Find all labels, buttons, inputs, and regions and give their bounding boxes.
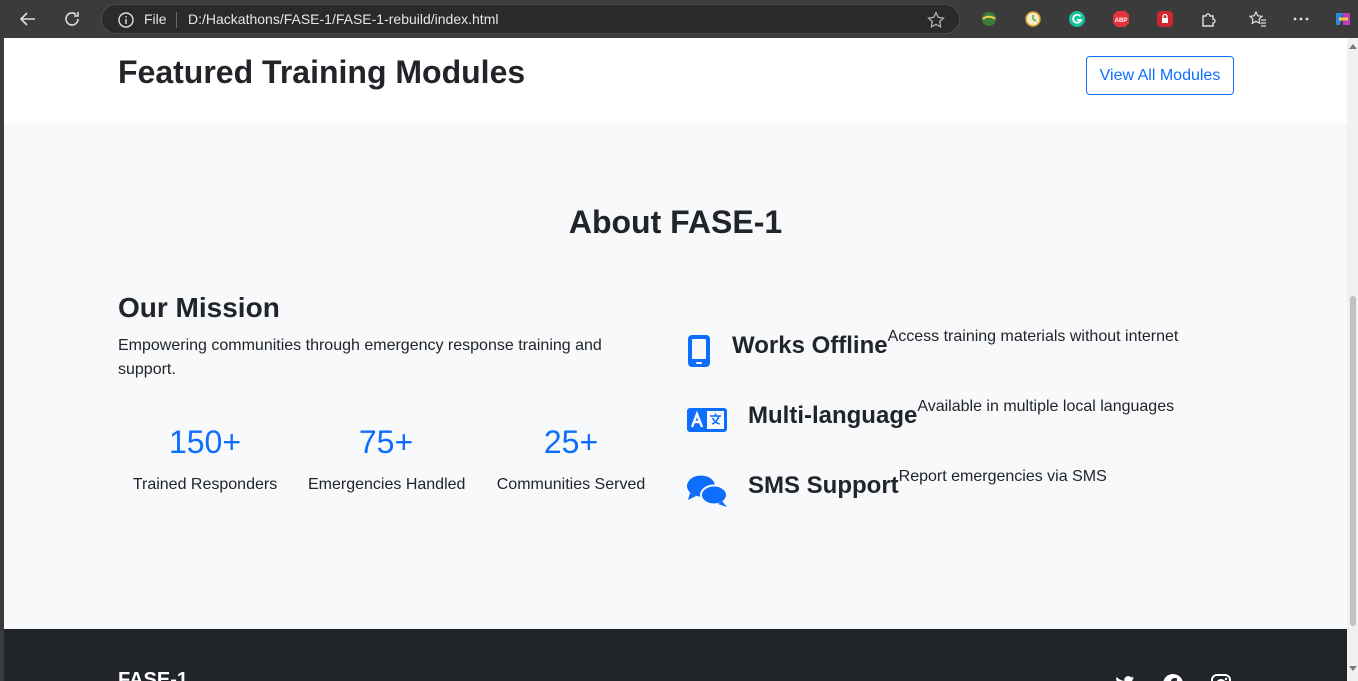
footer: FASE-1 xyxy=(4,629,1347,681)
feature-sms-support: SMS Support Report emergencies via SMS xyxy=(686,468,1107,513)
copilot-icon[interactable] xyxy=(1333,9,1353,29)
feature-desc: Access training materials without intern… xyxy=(887,328,1179,345)
reload-icon xyxy=(65,12,79,26)
back-arrow-icon xyxy=(19,12,35,26)
stat-value: 75+ xyxy=(358,424,414,460)
url-text[interactable]: D:/Hackathons/FASE-1/FASE-1-rebuild/inde… xyxy=(188,11,498,27)
stat-label: Communities Served xyxy=(496,476,646,493)
scroll-down-arrow-icon[interactable] xyxy=(1349,666,1357,671)
stat-trained-responders: 150+ Trained Responders xyxy=(132,422,278,494)
file-label: File xyxy=(144,11,167,27)
social-links xyxy=(1114,673,1232,681)
instagram-icon[interactable] xyxy=(1210,673,1232,681)
stat-communities-served: 25+ Communities Served xyxy=(496,422,646,494)
feature-title: Multi-language xyxy=(748,402,918,429)
puzzle-icon[interactable] xyxy=(1199,9,1219,29)
stat-value: 150+ xyxy=(168,424,242,460)
scrollbar-thumb[interactable] xyxy=(1350,296,1356,626)
feature-title: SMS Support xyxy=(748,472,899,499)
phone-icon xyxy=(686,334,712,373)
stat-value: 25+ xyxy=(543,424,599,460)
reload-button[interactable] xyxy=(59,6,85,32)
vertical-scrollbar[interactable] xyxy=(1347,38,1358,681)
mission-text: Empowering communities through emergency… xyxy=(118,337,602,378)
featured-section: Featured Training Modules View All Modul… xyxy=(4,38,1347,123)
lock-extension-icon[interactable] xyxy=(1155,9,1175,29)
footer-brand: FASE-1 xyxy=(118,669,189,681)
feature-desc: Available in multiple local languages xyxy=(917,398,1175,415)
info-icon[interactable] xyxy=(118,12,134,28)
svg-text:ABP: ABP xyxy=(1115,18,1128,24)
browser-toolbar: File D:/Hackathons/FASE-1/FASE-1-rebuild… xyxy=(0,0,1358,38)
grammarly-icon[interactable] xyxy=(1067,9,1087,29)
feature-works-offline: Works Offline Access training materials … xyxy=(686,328,1178,373)
globe-extension-icon[interactable] xyxy=(979,9,999,29)
back-button[interactable] xyxy=(15,6,41,32)
address-bar[interactable]: File D:/Hackathons/FASE-1/FASE-1-rebuild… xyxy=(101,4,960,34)
feature-desc: Report emergencies via SMS xyxy=(898,468,1107,485)
about-title: About FASE-1 xyxy=(568,204,783,240)
twitter-icon[interactable] xyxy=(1114,673,1136,681)
page-viewport: Featured Training Modules View All Modul… xyxy=(4,38,1347,681)
chat-icon xyxy=(686,474,728,513)
view-all-modules-button[interactable]: View All Modules xyxy=(1086,56,1234,95)
facebook-icon[interactable] xyxy=(1162,673,1184,681)
star-icon[interactable] xyxy=(927,11,945,29)
mission-title: Our Mission xyxy=(118,292,280,323)
translate-icon xyxy=(686,407,728,438)
feature-multi-language: Multi-language Available in multiple loc… xyxy=(686,398,1174,438)
feature-title: Works Offline xyxy=(732,332,888,359)
stat-label: Trained Responders xyxy=(132,476,278,493)
favorites-icon[interactable] xyxy=(1248,9,1268,29)
stat-emergencies-handled: 75+ Emergencies Handled xyxy=(308,422,466,494)
divider xyxy=(176,12,177,28)
stat-label: Emergencies Handled xyxy=(308,476,466,493)
clock-extension-icon[interactable] xyxy=(1023,9,1043,29)
scroll-up-arrow-icon[interactable] xyxy=(1349,44,1357,49)
more-icon[interactable] xyxy=(1291,9,1311,29)
featured-title: Featured Training Modules xyxy=(118,54,526,90)
adblock-plus-icon[interactable]: ABP xyxy=(1111,9,1131,29)
